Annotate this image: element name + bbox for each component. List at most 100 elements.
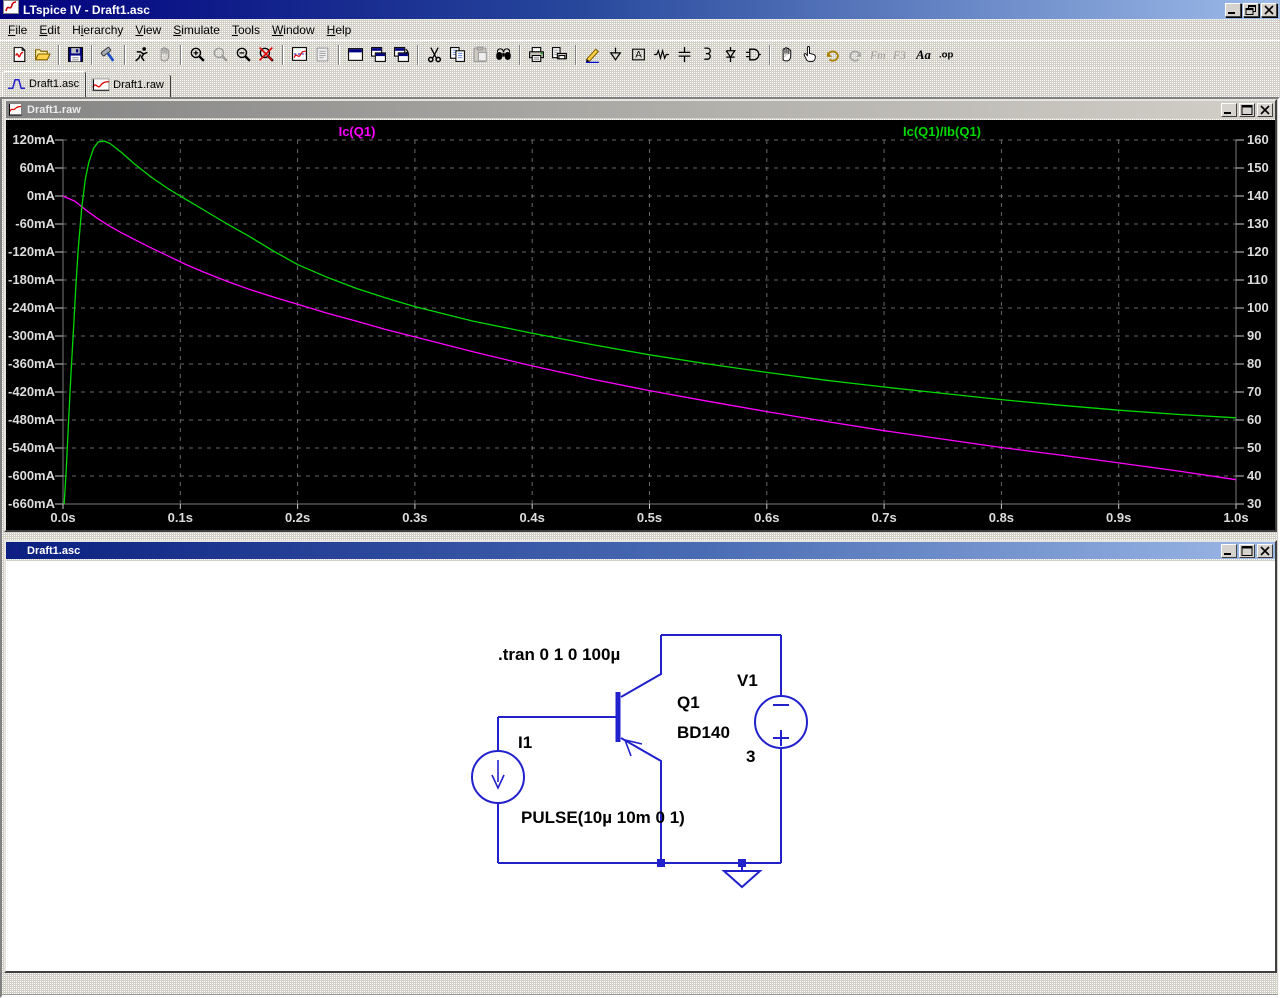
zoom-full-button[interactable]: [255, 43, 278, 67]
tile-vertical-button[interactable]: [367, 43, 390, 67]
toolbar-separator: [417, 44, 419, 65]
app-titlebar: LTspice IV - Draft1.asc: [0, 0, 1280, 19]
left-axis-label: -300mA: [8, 328, 55, 343]
left-axis-label: -600mA: [8, 468, 55, 483]
undo-button[interactable]: [821, 43, 844, 67]
app-minimize-button[interactable]: [1225, 2, 1241, 17]
x-axis-label: 0.8s: [988, 510, 1015, 525]
menu-tools[interactable]: Tools: [229, 21, 263, 39]
junction-dot: [657, 859, 665, 867]
menu-window[interactable]: Window: [269, 21, 318, 39]
schematic-window: Draft1.asc .tran 0 1 0 100µ Q1 BD140 V1 …: [4, 540, 1277, 973]
menu-view[interactable]: View: [132, 21, 164, 39]
menu-simulate[interactable]: Simulate: [170, 21, 223, 39]
text-button[interactable]: Aa: [913, 43, 936, 67]
save-button[interactable]: [64, 43, 87, 67]
transistor-collector[interactable]: [620, 635, 662, 698]
x-axis-label: 0.5s: [636, 510, 663, 525]
trace-label[interactable]: Ic(Q1)/Ib(Q1): [903, 124, 981, 139]
zoom-in-button[interactable]: [186, 43, 209, 67]
left-axis-label: -180mA: [8, 272, 55, 287]
paste-button[interactable]: [469, 43, 492, 67]
net-label-button[interactable]: A: [627, 43, 650, 67]
x-axis-label: 0.2s: [284, 510, 311, 525]
print-button[interactable]: [525, 43, 548, 67]
menu-bar: File Edit Hierarchy View Simulate Tools Window…: [0, 19, 1280, 40]
schematic-window-minimize-button[interactable]: [1221, 543, 1237, 558]
right-axis-label: 130: [1247, 216, 1269, 231]
toolbar-separator: [519, 44, 521, 65]
waveform-window-icon: [8, 103, 22, 116]
find-button[interactable]: [492, 43, 515, 67]
i1-name[interactable]: I1: [518, 734, 532, 752]
menu-hierarchy[interactable]: Hierarchy: [69, 21, 126, 39]
meas-ft-button[interactable]: F3: [890, 43, 913, 67]
waveform-window-maximize-button[interactable]: [1239, 102, 1255, 117]
left-axis-label: 0mA: [26, 188, 55, 203]
redo-button[interactable]: [844, 43, 867, 67]
x-axis-label: 0.4s: [519, 510, 545, 525]
left-axis-label: -60mA: [15, 216, 55, 231]
app-close-button[interactable]: [1261, 2, 1277, 17]
v1-value[interactable]: 3: [746, 748, 755, 766]
tile-horizontal-button[interactable]: [344, 43, 367, 67]
inductor-button[interactable]: [696, 43, 719, 67]
diode-button[interactable]: [719, 43, 742, 67]
status-bar: [2, 994, 1278, 996]
op-directive-button[interactable]: .op: [936, 43, 959, 67]
waveform-window-title: Draft1.raw: [27, 103, 81, 116]
app-icon: [3, 0, 19, 19]
right-axis-label: 30: [1247, 496, 1262, 511]
i1-value[interactable]: PULSE(10µ 10m 0 1): [521, 809, 685, 827]
schematic-canvas[interactable]: .tran 0 1 0 100µ Q1 BD140 V1 3 I1 PULSE(…: [6, 561, 1275, 971]
menu-edit[interactable]: Edit: [36, 21, 63, 39]
new-schematic-button[interactable]: [8, 43, 31, 67]
toolbar-separator: [282, 44, 284, 65]
run-button[interactable]: [130, 43, 153, 67]
tab-draft1.raw[interactable]: Draft1.raw: [86, 74, 171, 97]
ground-symbol[interactable]: [721, 863, 763, 889]
svg-text:.op: .op: [939, 50, 953, 61]
copy-button[interactable]: [446, 43, 469, 67]
meas-fm-button[interactable]: Fm: [867, 43, 890, 67]
menu-file[interactable]: File: [5, 21, 30, 39]
toolbar-separator: [575, 44, 577, 65]
right-axis-label: 100: [1247, 300, 1269, 315]
tab-draft1.asc[interactable]: Draft1.asc: [2, 71, 87, 97]
capacitor-button[interactable]: [673, 43, 696, 67]
move-button[interactable]: [775, 43, 798, 67]
zoom-out-button[interactable]: [232, 43, 255, 67]
x-axis-label: 0.0s: [50, 510, 76, 525]
trace-label[interactable]: Ic(Q1): [339, 124, 376, 139]
cut-button[interactable]: [423, 43, 446, 67]
drag-button[interactable]: [798, 43, 821, 67]
transistor-emitter[interactable]: [620, 737, 662, 863]
toolbar-separator: [91, 44, 93, 65]
x-axis-label: 0.9s: [1106, 510, 1132, 525]
open-file-button[interactable]: [31, 43, 54, 67]
spice-directive[interactable]: .tran 0 1 0 100µ: [498, 646, 620, 664]
component-button[interactable]: [742, 43, 765, 67]
cascade-button[interactable]: [390, 43, 413, 67]
wire-button[interactable]: [581, 43, 604, 67]
transistor-value[interactable]: BD140: [677, 724, 730, 742]
transistor-base-bar[interactable]: [615, 692, 621, 742]
transistor-name[interactable]: Q1: [677, 694, 700, 712]
v1-name[interactable]: V1: [737, 672, 758, 690]
schematic-window-maximize-button[interactable]: [1239, 543, 1255, 558]
print-preview-button[interactable]: [548, 43, 571, 67]
ground-button[interactable]: [604, 43, 627, 67]
autorange-button[interactable]: [288, 43, 311, 67]
zoom-back-button[interactable]: [209, 43, 232, 67]
control-panel-button[interactable]: [97, 43, 120, 67]
schematic-window-title: Draft1.asc: [27, 544, 81, 557]
waveform-plot-canvas[interactable]: 120mA 60mA 0mA -60mA -120mA -180mA -240mA -300m…: [6, 120, 1275, 530]
app-restore-button[interactable]: [1243, 2, 1259, 17]
menu-help[interactable]: Help: [324, 21, 355, 39]
netlist-button[interactable]: [311, 43, 334, 67]
waveform-window-close-button[interactable]: [1257, 102, 1273, 117]
resistor-button[interactable]: [650, 43, 673, 67]
waveform-window-minimize-button[interactable]: [1221, 102, 1237, 117]
schematic-window-close-button[interactable]: [1257, 543, 1273, 558]
halt-button[interactable]: [153, 43, 176, 67]
